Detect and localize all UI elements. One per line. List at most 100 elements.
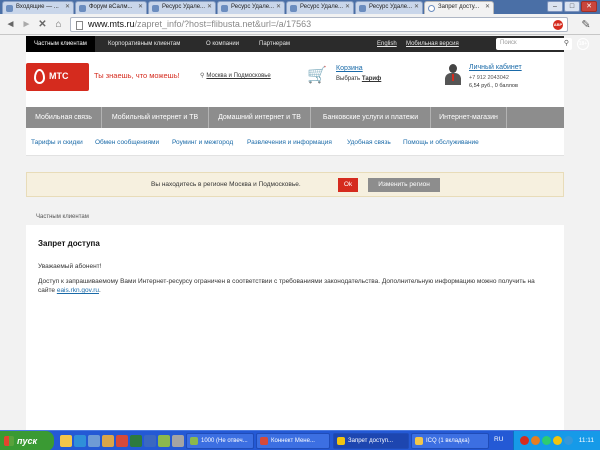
user-avatar-icon[interactable] bbox=[444, 64, 462, 86]
utorrent-icon[interactable] bbox=[130, 435, 142, 447]
opera-icon bbox=[260, 437, 268, 445]
topnav-corporate[interactable]: Корпоративным клиентам bbox=[108, 41, 180, 47]
volume-icon[interactable] bbox=[564, 436, 573, 445]
browser-tab[interactable]: Ресурс Удале... ✕ bbox=[217, 1, 285, 14]
browser-tab[interactable]: Ресурс Удале... ✕ bbox=[355, 1, 423, 14]
page-icon bbox=[152, 5, 159, 12]
forward-icon[interactable]: ► bbox=[20, 18, 33, 31]
mainnav-home-internet[interactable]: Домашний интернет и ТВ bbox=[209, 107, 311, 128]
close-icon[interactable]: ✕ bbox=[138, 3, 143, 10]
top-nav: Частным клиентам Корпоративным клиентам … bbox=[26, 36, 589, 52]
close-icon[interactable]: ✕ bbox=[414, 3, 419, 10]
taskbar-item[interactable]: Запрет доступ... bbox=[333, 433, 409, 449]
page-icon bbox=[76, 21, 83, 30]
stop-icon[interactable]: ✕ bbox=[36, 18, 49, 31]
close-icon[interactable]: ✕ bbox=[276, 3, 281, 10]
chrome-icon[interactable] bbox=[144, 435, 156, 447]
chat-icon bbox=[190, 437, 198, 445]
mainnav-banking[interactable]: Банковские услуги и платежи bbox=[311, 107, 431, 128]
cart-select-label: Выбрать bbox=[336, 76, 361, 82]
breadcrumb[interactable]: Частным клиентам bbox=[36, 214, 89, 220]
subnav-help[interactable]: Помощь и обслуживание bbox=[403, 139, 479, 146]
region-link[interactable]: ⚲ Москва и Подмосковье bbox=[200, 72, 271, 79]
taskbar-item-label: ICQ (1 вкладка) bbox=[426, 438, 470, 444]
wrench-icon[interactable]: ✎ bbox=[579, 19, 593, 31]
adblock-icon[interactable]: ABP bbox=[553, 20, 563, 30]
window-controls: – □ ✕ bbox=[547, 1, 597, 12]
subnav-roaming[interactable]: Роуминг и межгород bbox=[172, 139, 233, 146]
topnav-partners[interactable]: Партнерам bbox=[259, 41, 290, 47]
tariff-link[interactable]: Тариф bbox=[362, 76, 381, 82]
loading-icon bbox=[428, 5, 435, 12]
cart-icon[interactable]: 🛒 bbox=[307, 66, 331, 86]
subnav-messaging[interactable]: Обмен сообщениями bbox=[95, 139, 159, 146]
url-host: www.mts.ru bbox=[88, 19, 135, 29]
browser-tab[interactable]: Ресурс Удале... ✕ bbox=[286, 1, 354, 14]
url-text: www.mts.ru/zapret_info/?host=flibusta.ne… bbox=[88, 19, 311, 29]
taskbar-item[interactable]: 1000 (Не отвеч... bbox=[186, 433, 254, 449]
cart-subtitle: Выбрать Тариф bbox=[336, 76, 381, 82]
mainnav-shop[interactable]: Интернет-магазин bbox=[431, 107, 507, 128]
back-icon[interactable]: ◄ bbox=[4, 18, 17, 31]
ok-button[interactable]: Ok bbox=[338, 178, 358, 192]
tray-icon[interactable] bbox=[520, 436, 529, 445]
browser-tab-active[interactable]: Запрет досту... ✕ bbox=[424, 1, 494, 14]
close-icon[interactable]: ✕ bbox=[485, 3, 490, 10]
topnav-private[interactable]: Частным клиентам bbox=[26, 36, 95, 52]
topnav-about[interactable]: О компании bbox=[206, 41, 239, 47]
body-paragraph: Доступ к запрашиваемому Вами Интернет-ре… bbox=[38, 278, 535, 294]
subnav-entertainment[interactable]: Развлечения и информация bbox=[247, 139, 332, 146]
cart-link[interactable]: Корзина bbox=[336, 65, 363, 72]
mainnav-mobile[interactable]: Мобильная связь bbox=[26, 107, 102, 128]
tray-icon[interactable] bbox=[542, 436, 551, 445]
browser-tab[interactable]: Форум вСалм... ✕ bbox=[75, 1, 147, 14]
close-icon[interactable]: ✕ bbox=[65, 3, 70, 10]
system-tray: 11:11 bbox=[513, 431, 600, 450]
language-indicator[interactable]: RU bbox=[494, 436, 503, 443]
english-link[interactable]: English bbox=[377, 41, 397, 47]
taskbar-item[interactable]: Коннект Мене... bbox=[256, 433, 330, 449]
mobile-version-link[interactable]: Мобильная версия bbox=[406, 41, 459, 47]
start-button[interactable]: пуск bbox=[0, 431, 54, 450]
close-icon[interactable]: ✕ bbox=[345, 3, 350, 10]
browser-tab[interactable]: Ресурс Удале... ✕ bbox=[148, 1, 216, 14]
browser-tab[interactable]: Входящие — ... ✕ bbox=[2, 1, 74, 14]
icq-icon[interactable] bbox=[158, 435, 170, 447]
main-nav: Мобильная связь Мобильный интернет и ТВ … bbox=[26, 107, 564, 128]
personal-account-link[interactable]: Личный кабинет bbox=[469, 64, 522, 71]
main-content: Запрет доступа Уважаемый абонент! Доступ… bbox=[26, 225, 564, 430]
close-window-button[interactable]: ✕ bbox=[581, 1, 597, 12]
subnav-tariffs[interactable]: Тарифы и скидки bbox=[31, 139, 83, 146]
phone-number: +7 912 2043042 bbox=[469, 75, 509, 81]
body-text: Доступ к запрашиваемому Вами Интернет-ре… bbox=[38, 278, 535, 294]
subnav-convenient[interactable]: Удобная связь bbox=[347, 139, 391, 146]
maximize-button[interactable]: □ bbox=[564, 1, 580, 12]
greeting-text: Уважаемый абонент! bbox=[38, 263, 102, 270]
close-icon[interactable]: ✕ bbox=[207, 3, 212, 10]
tab-title: Ресурс Удале... bbox=[369, 4, 413, 10]
search-icon[interactable]: ⚲ bbox=[564, 39, 569, 47]
app-icon[interactable] bbox=[102, 435, 114, 447]
desktop-icon[interactable] bbox=[88, 435, 100, 447]
app-icon[interactable] bbox=[172, 435, 184, 447]
taskbar-item[interactable]: ICQ (1 вкладка) bbox=[411, 433, 489, 449]
page-title: Запрет доступа bbox=[38, 239, 100, 248]
search-input[interactable]: Поиск ⚲ bbox=[496, 38, 572, 50]
tray-icon[interactable] bbox=[531, 436, 540, 445]
search-placeholder: Поиск bbox=[500, 40, 517, 46]
icq-icon bbox=[415, 437, 423, 445]
mts-logo[interactable]: МТС bbox=[26, 63, 89, 91]
address-bar[interactable]: www.mts.ru/zapret_info/?host=flibusta.ne… bbox=[70, 17, 568, 32]
tab-title: Ресурс Удале... bbox=[162, 4, 206, 10]
minimize-button[interactable]: – bbox=[547, 1, 563, 12]
mainnav-mobile-internet[interactable]: Мобильный интернет и ТВ bbox=[102, 107, 209, 128]
age-rating-badge: 18+ bbox=[577, 38, 589, 50]
home-icon[interactable]: ⌂ bbox=[52, 18, 65, 31]
opera-icon[interactable] bbox=[116, 435, 128, 447]
sub-nav: Тарифы и скидки Обмен сообщениями Роумин… bbox=[26, 128, 564, 156]
rkn-link[interactable]: eais.rkn.gov.ru bbox=[57, 287, 99, 294]
ie-icon[interactable] bbox=[74, 435, 86, 447]
tray-icon[interactable] bbox=[553, 436, 562, 445]
folder-icon[interactable] bbox=[60, 435, 72, 447]
change-region-button[interactable]: Изменить регион bbox=[368, 178, 440, 192]
